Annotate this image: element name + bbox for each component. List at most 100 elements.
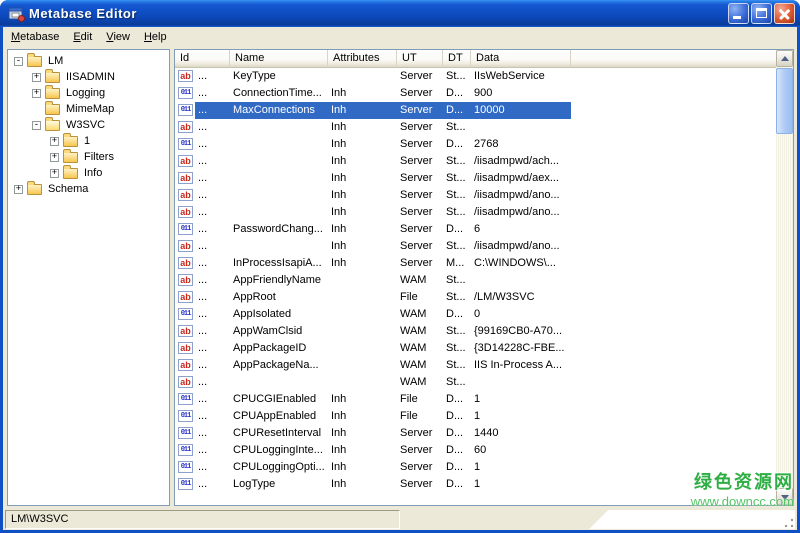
cell-ut: Server xyxy=(397,187,443,204)
column-header-name[interactable]: Name xyxy=(230,50,328,68)
cell-icon: ab xyxy=(175,374,195,391)
table-row[interactable]: 011...CPUAppEnabledInhFileD...1 xyxy=(175,408,776,425)
table-row[interactable]: ab...InhServerSt.../iisadmpwd/ano... xyxy=(175,187,776,204)
cell-dt: St... xyxy=(443,153,471,170)
cell-filler xyxy=(571,272,776,289)
cell-name: InProcessIsapiA... xyxy=(230,255,328,272)
cell-ut: Server xyxy=(397,68,443,85)
cell-data: 1 xyxy=(471,459,571,476)
tree-expander-icon[interactable]: + xyxy=(50,169,59,178)
table-row[interactable]: 011...PasswordChang...InhServerD...6 xyxy=(175,221,776,238)
table-row[interactable]: ab...InhServerSt.../iisadmpwd/aex... xyxy=(175,170,776,187)
cell-dt: St... xyxy=(443,374,471,391)
tree-expander-icon[interactable]: + xyxy=(32,73,41,82)
title-bar[interactable]: Metabase Editor xyxy=(0,0,800,27)
cell-name: AppWamClsid xyxy=(230,323,328,340)
tree-expander-icon[interactable]: + xyxy=(50,153,59,162)
menu-item-metabase[interactable]: Metabase xyxy=(4,29,66,45)
vertical-scrollbar[interactable] xyxy=(776,50,793,505)
table-row[interactable]: ab...AppPackageIDWAMSt...{3D14228C-FBE..… xyxy=(175,340,776,357)
table-row[interactable]: ab...InhServerSt.../iisadmpwd/ach... xyxy=(175,153,776,170)
column-header-attributes[interactable]: Attributes xyxy=(328,50,397,68)
tree-item-1[interactable]: +1 xyxy=(8,133,169,149)
table-row[interactable]: 011...CPUResetIntervalInhServerD...1440 xyxy=(175,425,776,442)
cell-filler xyxy=(571,255,776,272)
cell-icon: ab xyxy=(175,204,195,221)
cell-icon: ab xyxy=(175,289,195,306)
status-bar: LM\W3SVC xyxy=(3,508,797,530)
tree-expander-icon[interactable]: + xyxy=(14,185,23,194)
cell-attributes: Inh xyxy=(328,238,397,255)
cell-attributes xyxy=(328,306,397,323)
menu-item-help[interactable]: Help xyxy=(137,29,174,45)
table-row[interactable]: ab...InProcessIsapiA...InhServerM...C:\W… xyxy=(175,255,776,272)
tree-item-info[interactable]: + Info xyxy=(8,165,169,181)
table-row[interactable]: 011...MaxConnectionsInhServerD...10000 xyxy=(175,102,776,119)
table-row[interactable]: ab...InhServerSt.../iisadmpwd/ano... xyxy=(175,238,776,255)
tree-expander-icon[interactable]: - xyxy=(14,57,23,66)
table-row[interactable]: 011...LogTypeInhServerD...1 xyxy=(175,476,776,493)
table-row[interactable]: ab...InhServerSt.../iisadmpwd/ano... xyxy=(175,204,776,221)
table-row[interactable]: ab...WAMSt... xyxy=(175,374,776,391)
cell-name: CPULoggingInte... xyxy=(230,442,328,459)
table-row[interactable]: 011...AppIsolatedWAMD...0 xyxy=(175,306,776,323)
table-row[interactable]: ab...InhServerSt... xyxy=(175,119,776,136)
dword-value-icon: 011 xyxy=(178,410,193,422)
close-button[interactable] xyxy=(774,3,795,24)
cell-attributes xyxy=(328,272,397,289)
menu-accelerator: V xyxy=(106,31,113,43)
table-row[interactable]: 011...CPULoggingInte...InhServerD...60 xyxy=(175,442,776,459)
cell-id: ... xyxy=(195,102,230,119)
tree-item-w3svc[interactable]: -W3SVC xyxy=(8,117,169,133)
menu-item-edit[interactable]: Edit xyxy=(66,29,99,45)
column-header-ut[interactable]: UT xyxy=(397,50,443,68)
column-header-data[interactable]: Data xyxy=(471,50,571,68)
menu-item-view[interactable]: View xyxy=(99,29,137,45)
cell-filler xyxy=(571,136,776,153)
scroll-up-button[interactable] xyxy=(776,50,793,67)
scrollbar-thumb[interactable] xyxy=(776,68,793,134)
cell-filler xyxy=(571,425,776,442)
cell-id: ... xyxy=(195,340,230,357)
minimize-button[interactable] xyxy=(728,3,749,24)
cell-attributes: Inh xyxy=(328,187,397,204)
tree-item-filters[interactable]: +Filters xyxy=(8,149,169,165)
cell-attributes: Inh xyxy=(328,170,397,187)
string-value-icon: ab xyxy=(178,189,193,201)
maximize-button[interactable] xyxy=(751,3,772,24)
table-row[interactable]: ab...AppPackageNa...WAMSt...IIS In-Proce… xyxy=(175,357,776,374)
cell-data: 1440 xyxy=(471,425,571,442)
table-row[interactable]: ab...AppFriendlyNameWAMSt... xyxy=(175,272,776,289)
tree-item-mimemap[interactable]: MimeMap xyxy=(8,101,169,117)
folder-icon xyxy=(45,120,60,131)
dword-value-icon: 011 xyxy=(178,461,193,473)
tree-item-label: Info xyxy=(82,167,104,179)
scroll-down-button[interactable] xyxy=(776,488,793,505)
column-header-id[interactable]: Id xyxy=(175,50,230,68)
resize-grip[interactable] xyxy=(402,510,795,529)
table-row[interactable]: ab...AppRootFileSt.../LM/W3SVC xyxy=(175,289,776,306)
table-row[interactable]: 011...ConnectionTime...InhServerD...900 xyxy=(175,85,776,102)
tree-item-logging[interactable]: +Logging xyxy=(8,85,169,101)
tree-item-schema[interactable]: +Schema xyxy=(8,181,169,197)
cell-icon: ab xyxy=(175,272,195,289)
cell-dt: St... xyxy=(443,357,471,374)
cell-id: ... xyxy=(195,119,230,136)
cell-id: ... xyxy=(195,408,230,425)
tree-item-iisadmin[interactable]: +IISADMIN xyxy=(8,69,169,85)
cell-data: /iisadmpwd/ano... xyxy=(471,238,571,255)
tree-expander-icon[interactable]: - xyxy=(32,121,41,130)
column-header-dt[interactable]: DT xyxy=(443,50,471,68)
string-value-icon: ab xyxy=(178,257,193,269)
tree-item-lm[interactable]: -LM xyxy=(8,53,169,69)
table-row[interactable]: 011...CPULoggingOpti...InhServerD...1 xyxy=(175,459,776,476)
tree-expander-icon[interactable]: + xyxy=(50,137,59,146)
cell-data: 60 xyxy=(471,442,571,459)
cell-filler xyxy=(571,68,776,85)
table-row[interactable]: ab...KeyTypeServerSt...IIsWebService xyxy=(175,68,776,85)
tree-expander-icon[interactable]: + xyxy=(32,89,41,98)
cell-name xyxy=(230,187,328,204)
table-row[interactable]: 011...CPUCGIEnabledInhFileD...1 xyxy=(175,391,776,408)
table-row[interactable]: 011...InhServerD...2768 xyxy=(175,136,776,153)
table-row[interactable]: ab...AppWamClsidWAMSt...{99169CB0-A70... xyxy=(175,323,776,340)
